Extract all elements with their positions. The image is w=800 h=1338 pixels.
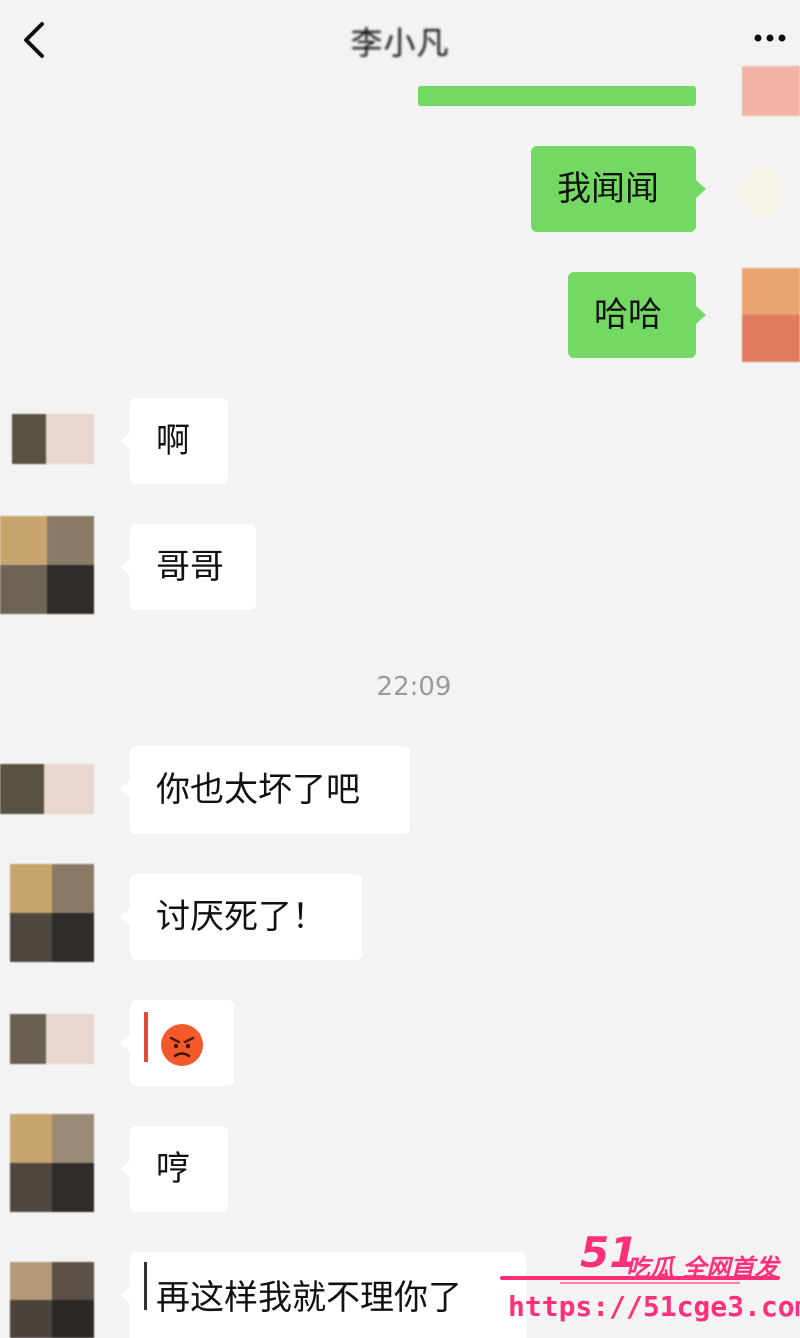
message-text: 再这样我就不理你了 xyxy=(156,1278,462,1318)
message-text: 哼 xyxy=(156,1149,190,1189)
incoming-bubble[interactable]: 啊 xyxy=(120,398,228,484)
avatar-contact[interactable] xyxy=(10,1114,94,1212)
avatar-contact[interactable] xyxy=(10,1262,94,1338)
message-text: 讨厌死了！ xyxy=(156,897,326,937)
angry-face-icon xyxy=(161,1024,203,1066)
watermark-url: https://51cge3.com xyxy=(508,1290,800,1323)
message-text: 啊 xyxy=(156,421,190,461)
outgoing-bubble[interactable]: 哈哈 xyxy=(568,272,706,358)
chat-header: 李小凡 xyxy=(0,0,800,82)
outgoing-bubble-partial[interactable] xyxy=(418,86,696,106)
incoming-bubble[interactable]: 讨厌死了！ xyxy=(120,874,362,960)
message-text: 你也太坏了吧 xyxy=(156,770,360,810)
avatar-contact[interactable] xyxy=(0,764,94,814)
avatar-contact[interactable] xyxy=(10,864,94,962)
message-text: 我闻闻 xyxy=(557,169,659,209)
bubble-accent xyxy=(144,1012,148,1062)
message-timestamp: 22:09 xyxy=(376,672,452,702)
incoming-bubble[interactable]: 你也太坏了吧 xyxy=(120,746,410,834)
watermark-underline xyxy=(500,1276,780,1280)
more-dots-icon[interactable] xyxy=(750,24,790,52)
message-text: 哈哈 xyxy=(594,295,662,335)
outgoing-bubble[interactable]: 我闻闻 xyxy=(531,146,706,232)
chat-title: 李小凡 xyxy=(350,24,450,62)
avatar-contact[interactable] xyxy=(12,414,94,464)
incoming-bubble[interactable]: 哥哥 xyxy=(120,524,256,610)
bubble-accent xyxy=(144,1262,147,1310)
avatar-contact[interactable] xyxy=(0,516,94,614)
avatar-contact[interactable] xyxy=(10,1014,94,1064)
avatar-self[interactable] xyxy=(742,268,800,362)
avatar-self[interactable] xyxy=(742,66,800,116)
watermark: 51 吃瓜 全网首发 https://51cge3.com xyxy=(500,1228,800,1338)
message-text: 哥哥 xyxy=(156,547,224,587)
incoming-bubble[interactable]: 再这样我就不理你了 xyxy=(120,1252,526,1338)
watermark-underline-secondary xyxy=(560,1282,740,1284)
avatar-self[interactable] xyxy=(742,170,782,214)
incoming-bubble[interactable]: 哼 xyxy=(120,1126,228,1212)
